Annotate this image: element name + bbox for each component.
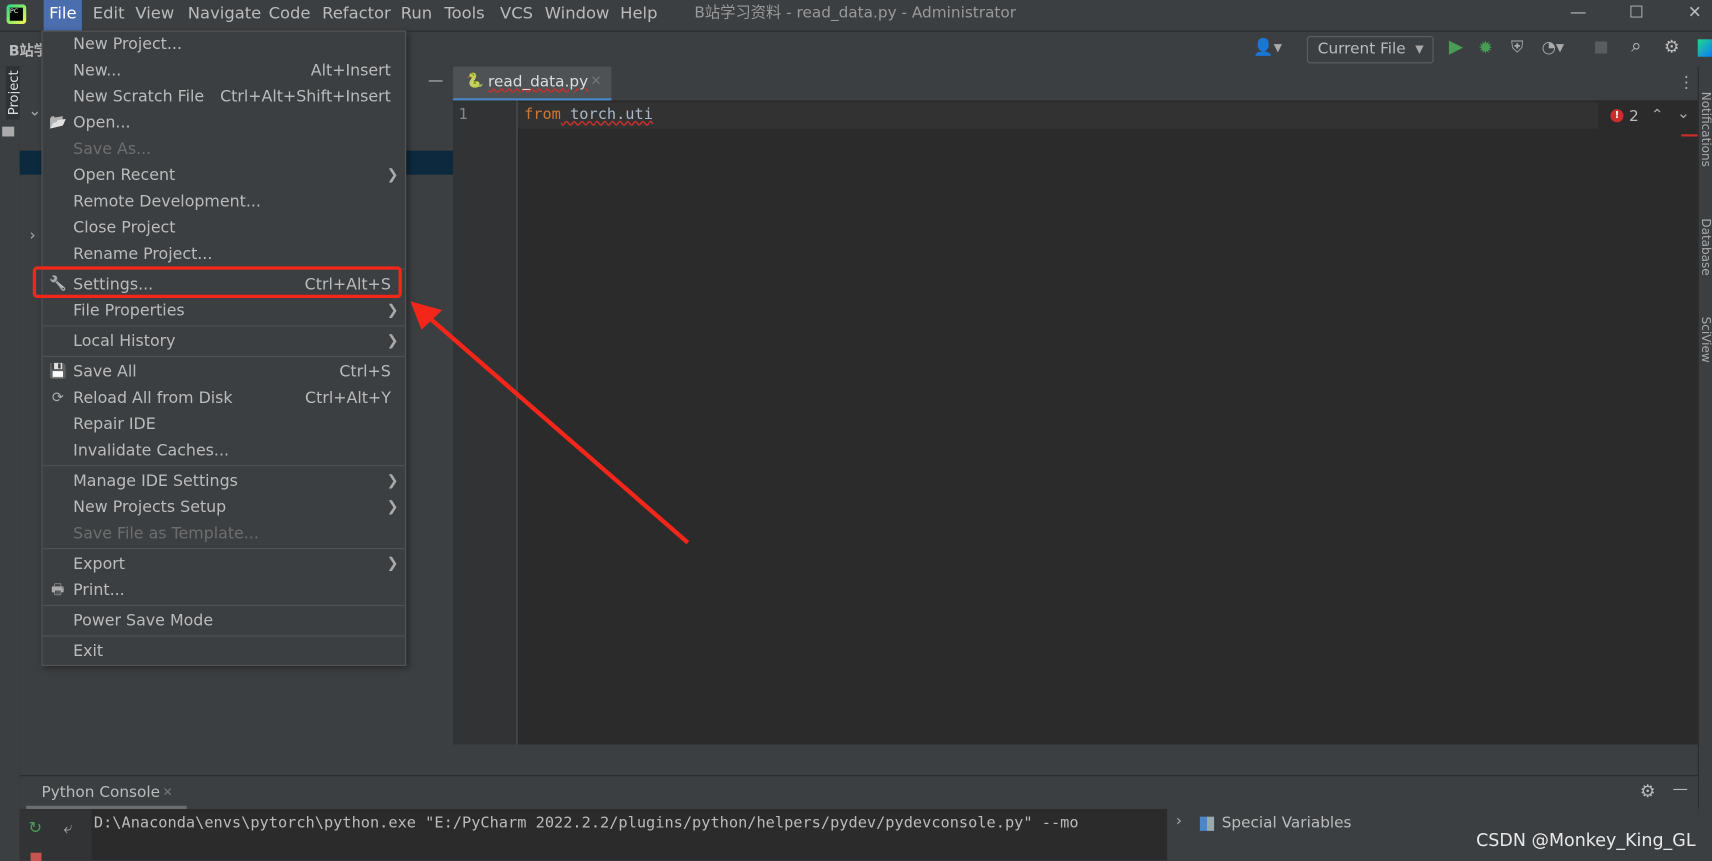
annotation-arrow xyxy=(410,301,690,545)
pycharm-window: PC File Edit View Navigate Code Refactor Run To… xyxy=(0,0,1712,861)
arrow-shaft xyxy=(426,314,690,545)
